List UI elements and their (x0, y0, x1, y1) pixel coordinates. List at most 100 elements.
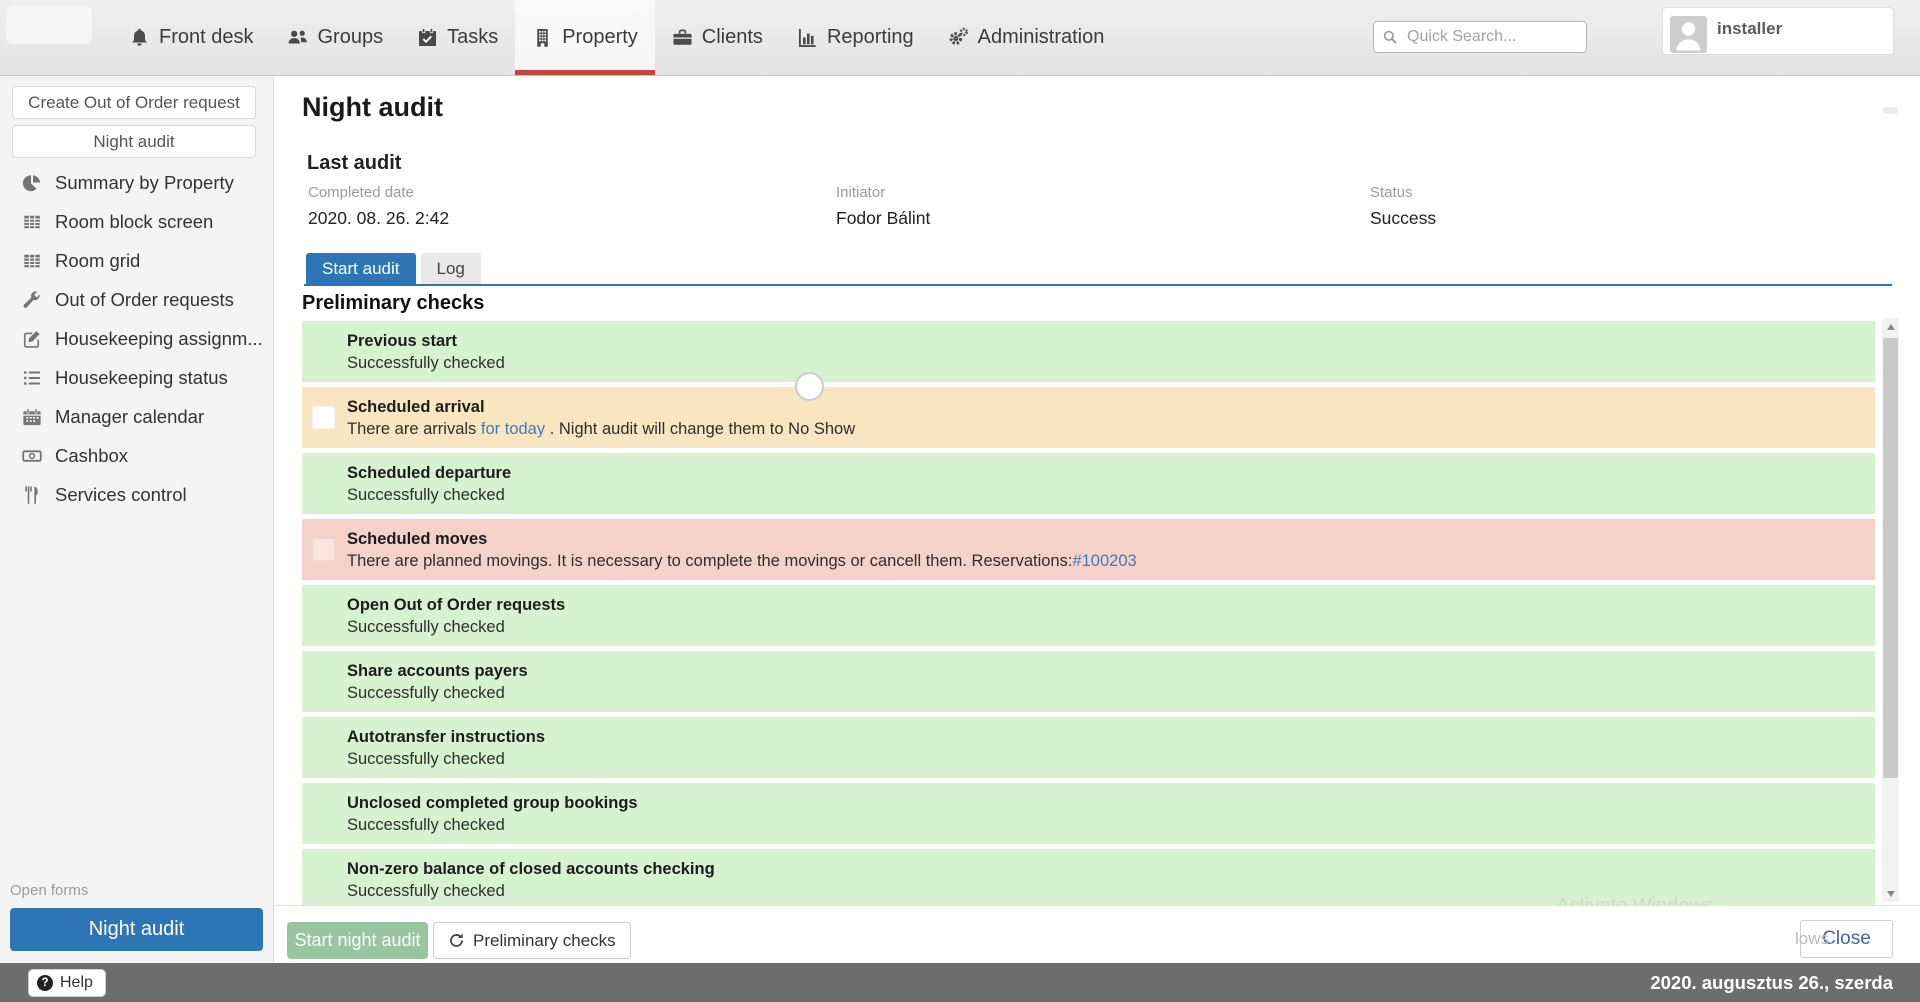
search-input[interactable] (1405, 27, 1578, 47)
windows-watermark-fragment: lows. (1795, 929, 1834, 949)
checks-scrollbar[interactable] (1882, 318, 1899, 902)
check-description-text: Successfully checked (347, 486, 505, 504)
check-description: There are arrivals for today . Night aud… (347, 418, 855, 440)
check-description-text: Successfully checked (347, 684, 505, 702)
preliminary-checks-button-label: Preliminary checks (473, 931, 616, 951)
nav-reporting[interactable]: Reporting (780, 0, 931, 75)
pie-chart-icon (22, 173, 42, 193)
footer-bar: ? Help 2020. augusztus 26., szerda (0, 963, 1920, 1002)
nav-administration[interactable]: Administration (931, 0, 1122, 75)
help-button-label: Help (60, 974, 93, 992)
tab-log[interactable]: Log (421, 253, 481, 284)
open-form-night-audit[interactable]: Night audit (10, 908, 263, 951)
sidebar-item-out-of-order-requests[interactable]: Out of Order requests (0, 280, 272, 319)
sidebar-item-manager-calendar[interactable]: Manager calendar (0, 397, 272, 436)
briefcase-icon (672, 27, 693, 48)
scroll-up-arrow-icon[interactable] (1882, 318, 1899, 335)
loading-spinner (795, 372, 824, 401)
check-checkbox[interactable] (312, 406, 335, 429)
sidebar-item-label: Housekeeping status (55, 367, 228, 389)
check-description: Successfully checked (347, 682, 528, 704)
check-row-unclosed-completed-group-bookings: Unclosed completed group bookings Success… (302, 783, 1875, 844)
check-description: There are planned movings. It is necessa… (347, 550, 1137, 572)
sidebar-item-label: Housekeeping assignm... (55, 328, 263, 350)
check-title: Open Out of Order requests (347, 594, 565, 616)
check-title: Scheduled departure (347, 462, 511, 484)
gears-icon (948, 27, 969, 48)
action-bar: Start night audit Preliminary checks Clo… (274, 905, 1920, 963)
nav-tasks[interactable]: Tasks (400, 0, 515, 75)
checks-list: Previous start Successfully checked Schedu… (302, 321, 1875, 905)
sidebar-item-services-control[interactable]: Services control (0, 475, 272, 514)
scrollbar-thumb[interactable] (1883, 338, 1898, 778)
initiator-value: Fodor Bálint (836, 208, 1370, 229)
tab-start-audit[interactable]: Start audit (306, 253, 416, 284)
check-row-scheduled-moves: Scheduled movesThere are planned movings… (302, 519, 1875, 580)
nav-property[interactable]: Property (515, 0, 655, 75)
initiator-label: Initiator (836, 184, 1370, 201)
sidebar-item-housekeeping-assignm[interactable]: Housekeeping assignm... (0, 319, 272, 358)
topnav-items: Front desk Groups Tasks Property Clients Repo… (112, 0, 1121, 75)
app-logo (6, 6, 92, 44)
sidebar-menu: Summary by PropertyRoom block screenRoom… (0, 163, 272, 514)
sidebar-item-summary-by-property[interactable]: Summary by Property (0, 163, 272, 202)
check-link[interactable]: for today (481, 420, 545, 438)
nav-front-desk[interactable]: Front desk (112, 0, 270, 75)
check-row-open-out-of-order-requests: Open Out of Order requestsSuccessfully c… (302, 585, 1875, 646)
sidebar-item-label: Services control (55, 484, 187, 506)
last-audit-heading: Last audit (307, 152, 401, 175)
sidebar-item-label: Manager calendar (55, 406, 204, 428)
sidebar-item-housekeeping-status[interactable]: Housekeeping status (0, 358, 272, 397)
nav-label: Tasks (447, 26, 498, 49)
check-description-text: Successfully checked (347, 354, 505, 372)
sidebar-item-cashbox[interactable]: Cashbox (0, 436, 272, 475)
wrench-icon (22, 290, 42, 310)
tab-bar: Start auditLog (306, 253, 481, 284)
scroll-down-arrow-icon[interactable] (1882, 885, 1899, 902)
sidebar-item-label: Cashbox (55, 445, 128, 467)
search-icon (1382, 29, 1398, 45)
tab-underline (304, 284, 1892, 286)
calendar-icon (22, 407, 42, 427)
completed-date-value: 2020. 08. 26. 2:42 (308, 208, 836, 229)
check-title: Scheduled moves (347, 528, 1137, 550)
utensils-icon (22, 485, 42, 505)
preliminary-checks-heading: Preliminary checks (302, 292, 484, 315)
nav-clients[interactable]: Clients (655, 0, 780, 75)
open-forms-label: Open forms (10, 882, 88, 899)
start-night-audit-button[interactable]: Start night audit (287, 922, 428, 959)
check-row-previous-start: Previous start Successfully checked (302, 321, 1875, 382)
collapse-pill (1883, 107, 1898, 114)
check-description-text: Successfully checked (347, 816, 505, 834)
preliminary-checks-button[interactable]: Preliminary checks (433, 922, 631, 959)
nav-label: Clients (702, 26, 763, 49)
check-title: Unclosed completed group bookings (347, 792, 638, 814)
help-button[interactable]: ? Help (28, 969, 106, 997)
check-link[interactable]: #100203 (1072, 552, 1136, 570)
page-title: Night audit (302, 92, 443, 123)
night-audit-button[interactable]: Night audit (12, 125, 256, 158)
refresh-icon (448, 932, 465, 949)
check-title: Scheduled arrival (347, 396, 855, 418)
footer-date: 2020. augusztus 26., szerda (1650, 972, 1893, 994)
sidebar: Create Out of Order request Night audit … (0, 76, 274, 963)
sidebar-item-room-block-screen[interactable]: Room block screen (0, 202, 272, 241)
check-description-text: Successfully checked (347, 750, 505, 768)
create-ooo-request-button[interactable]: Create Out of Order request (12, 86, 256, 119)
check-description: Successfully checked (347, 814, 638, 836)
quick-search-box[interactable] (1373, 21, 1587, 53)
users-icon (287, 27, 308, 48)
check-description-text: . Night audit will change them to No Sho… (545, 420, 855, 438)
nav-label: Front desk (159, 26, 253, 49)
status-value: Success (1370, 208, 1436, 229)
check-description: Successfully checked (347, 880, 715, 902)
completed-date-label: Completed date (308, 184, 836, 201)
check-title: Previous start (347, 330, 505, 352)
check-checkbox[interactable] (312, 538, 335, 561)
user-menu[interactable]: installer (1662, 7, 1894, 55)
check-description-text: There are arrivals (347, 420, 481, 438)
list-icon (22, 368, 42, 388)
nav-groups[interactable]: Groups (270, 0, 400, 75)
question-icon: ? (37, 975, 53, 991)
sidebar-item-room-grid[interactable]: Room grid (0, 241, 272, 280)
